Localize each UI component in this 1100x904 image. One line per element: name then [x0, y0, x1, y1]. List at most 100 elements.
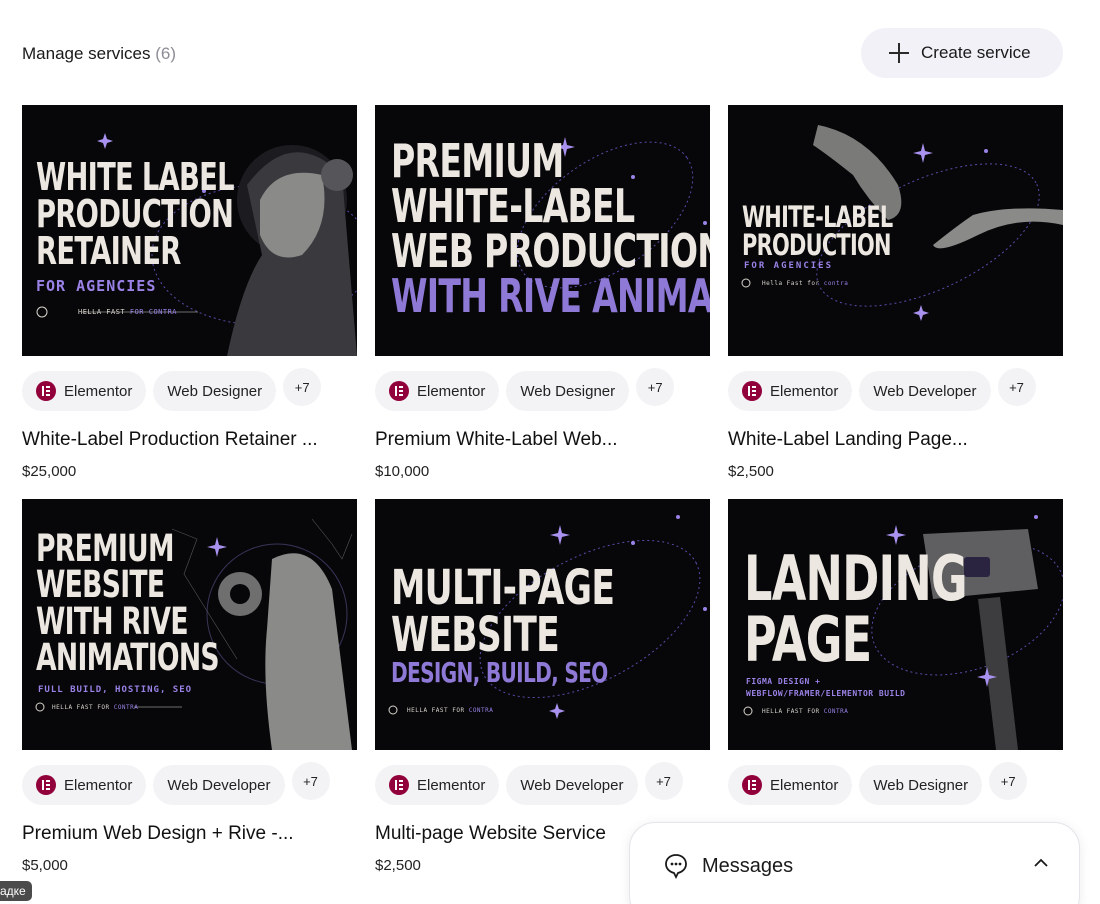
headline-line: WEBSITE — [36, 563, 165, 607]
create-service-button[interactable]: Create service — [861, 28, 1063, 78]
thumbnail-subtitle: FULL BUILD, HOSTING, SEO — [38, 685, 193, 695]
plus-icon — [889, 43, 909, 63]
thumbnail-headline: WHITE LABEL PRODUCTION RETAINER — [36, 155, 235, 274]
thumbnail-subtitle: FOR AGENCIES — [744, 261, 834, 271]
tag-label: Elementor — [417, 776, 486, 794]
headline-line: LANDING — [744, 542, 968, 615]
thumbnail-footer: Hella Fast for contra — [762, 280, 848, 287]
more-tags-badge[interactable]: +7 — [636, 368, 675, 406]
service-thumbnail[interactable]: LANDING PAGE FIGMA DESIGN + WEBFLOW/FRAM… — [728, 499, 1063, 750]
more-tags-badge[interactable]: +7 — [989, 762, 1028, 800]
tag-elementor[interactable]: Elementor — [728, 765, 853, 805]
tag-list: Elementor Web Developer +7 — [375, 762, 710, 805]
tag-list: Elementor Web Designer +7 — [375, 368, 710, 411]
tag-elementor[interactable]: Elementor — [22, 765, 147, 805]
tag-role[interactable]: Web Designer — [859, 765, 983, 805]
service-count: (6) — [155, 44, 177, 63]
service-card[interactable]: PREMIUM WHITE-LABEL WEB PRODUCTION WITH … — [375, 105, 710, 480]
tag-elementor[interactable]: Elementor — [375, 765, 500, 805]
tag-elementor[interactable]: Elementor — [728, 371, 853, 411]
tag-list: Elementor Web Designer +7 — [22, 368, 357, 411]
status-tooltip: адке — [0, 881, 32, 901]
service-title[interactable]: White-Label Production Retainer ... — [22, 429, 357, 451]
tag-elementor[interactable]: Elementor — [22, 371, 147, 411]
tag-role[interactable]: Web Developer — [859, 371, 991, 411]
service-thumbnail[interactable]: PREMIUM WHITE-LABEL WEB PRODUCTION WITH … — [375, 105, 710, 356]
footer-text: HELLA FAST FOR — [407, 707, 465, 714]
headline-line: WHITE-LABEL — [742, 200, 893, 234]
elementor-icon — [36, 775, 56, 795]
footer-text: Hella Fast for — [762, 280, 820, 287]
tag-label: Web Developer — [167, 776, 271, 794]
chevron-up-icon[interactable] — [1033, 857, 1049, 869]
service-thumbnail[interactable]: WHITE LABEL PRODUCTION RETAINER FOR AGEN… — [22, 105, 357, 356]
headline-line: WITH RIVE — [36, 599, 189, 643]
footer-text: HELLA FAST FOR — [52, 704, 110, 711]
headline-line: PRODUCTION — [742, 228, 892, 263]
headline-line: PREMIUM — [391, 134, 564, 188]
tag-list: Elementor Web Developer +7 — [728, 368, 1063, 411]
headline-line: ANIMATIONS — [36, 635, 220, 679]
service-title[interactable]: Premium White-Label Web... — [375, 429, 710, 451]
thumbnail-headline: PREMIUM WEBSITE WITH RIVE ANIMATIONS — [36, 527, 220, 679]
service-title[interactable]: White-Label Landing Page... — [728, 429, 1063, 451]
tag-role[interactable]: Web Designer — [506, 371, 630, 411]
footer-accent: CONTRA — [823, 708, 849, 715]
thumbnail-subtitle: FIGMA DESIGN + — [746, 677, 821, 686]
more-tags-badge[interactable]: +7 — [644, 762, 683, 800]
thumbnail-headline: LANDING PAGE — [744, 542, 968, 676]
headline-line: PREMIUM — [36, 527, 174, 570]
thumbnail-footer: HELLA FAST FOR CONTRA — [762, 708, 848, 715]
footer-accent: FOR CONTRA — [129, 308, 178, 316]
headline-line: WEBSITE — [391, 607, 560, 664]
service-title[interactable]: Premium Web Design + Rive -... — [22, 823, 357, 845]
footer-accent: CONTRA — [468, 707, 494, 714]
headline-line: MULTI-PAGE — [391, 560, 615, 616]
service-card[interactable]: WHITE-LABEL PRODUCTION FOR AGENCIES Hell… — [728, 105, 1063, 480]
tag-label: Web Developer — [520, 776, 624, 794]
tag-label: Elementor — [64, 382, 133, 400]
elementor-icon — [742, 381, 762, 401]
tag-elementor[interactable]: Elementor — [375, 371, 500, 411]
headline-accent-line: DESIGN, BUILD, SEO — [391, 656, 608, 690]
headline-line: WHITE LABEL — [36, 155, 235, 199]
service-price: $2,500 — [728, 463, 774, 480]
elementor-icon — [389, 775, 409, 795]
tag-label: Web Designer — [520, 382, 616, 400]
service-price: $25,000 — [22, 463, 77, 480]
tag-label: Elementor — [417, 382, 486, 400]
service-thumbnail[interactable]: PREMIUM WEBSITE WITH RIVE ANIMATIONS FUL… — [22, 499, 357, 750]
more-tags-badge[interactable]: +7 — [997, 368, 1036, 406]
chat-bubble-icon — [665, 854, 687, 879]
thumbnail-headline: MULTI-PAGE WEBSITE DESIGN, BUILD, SEO — [391, 560, 615, 690]
page-header: Manage services (6) Create service — [22, 28, 1063, 78]
elementor-icon — [36, 381, 56, 401]
service-thumbnail[interactable]: MULTI-PAGE WEBSITE DESIGN, BUILD, SEO HE… — [375, 499, 710, 750]
messages-panel[interactable]: Messages — [629, 822, 1080, 904]
service-card[interactable]: WHITE LABEL PRODUCTION RETAINER FOR AGEN… — [22, 105, 357, 480]
service-thumbnail[interactable]: WHITE-LABEL PRODUCTION FOR AGENCIES Hell… — [728, 105, 1063, 356]
thumbnail-footer: HELLA FAST FOR CONTRA — [78, 308, 177, 316]
service-price: $10,000 — [375, 463, 430, 480]
more-tags-badge[interactable]: +7 — [283, 368, 322, 406]
headline-line: PRODUCTION — [36, 192, 234, 237]
more-tags-badge[interactable]: +7 — [291, 762, 330, 800]
tag-role[interactable]: Web Designer — [153, 371, 277, 411]
service-card[interactable]: LANDING PAGE FIGMA DESIGN + WEBFLOW/FRAM… — [728, 499, 1063, 805]
thumbnail-subtitle-2: WEBFLOW/FRAMER/ELEMENTOR BUILD — [746, 689, 906, 698]
elementor-icon — [389, 381, 409, 401]
footer-text: HELLA FAST — [78, 308, 126, 316]
tag-role[interactable]: Web Developer — [506, 765, 638, 805]
thumbnail-headline: WHITE-LABEL PRODUCTION — [742, 200, 893, 263]
tag-role[interactable]: Web Developer — [153, 765, 285, 805]
service-card[interactable]: MULTI-PAGE WEBSITE DESIGN, BUILD, SEO HE… — [375, 499, 710, 874]
headline-line: PAGE — [744, 602, 872, 676]
tag-label: Elementor — [770, 776, 839, 794]
headline-line: RETAINER — [36, 229, 181, 274]
tag-label: Elementor — [64, 776, 133, 794]
messages-label: Messages — [702, 855, 794, 877]
service-price: $5,000 — [22, 857, 68, 874]
headline-line: WHITE-LABEL — [391, 179, 635, 234]
service-card[interactable]: PREMIUM WEBSITE WITH RIVE ANIMATIONS FUL… — [22, 499, 357, 874]
tag-label: Web Designer — [873, 776, 969, 794]
